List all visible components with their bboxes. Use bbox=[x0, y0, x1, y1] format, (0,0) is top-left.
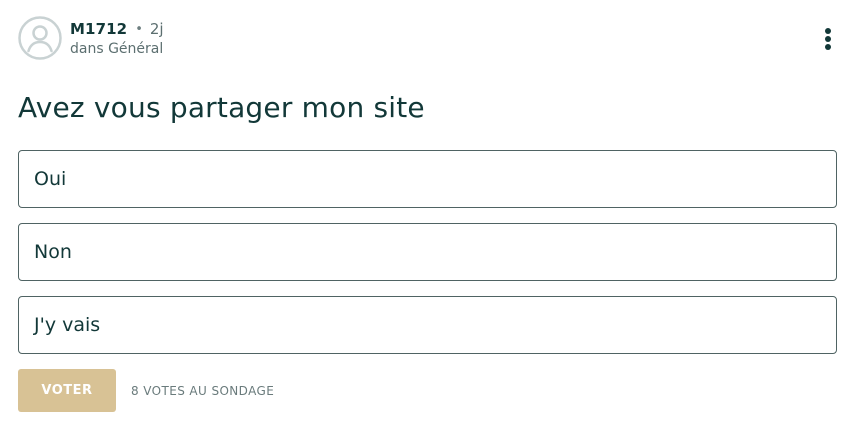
user-avatar-icon bbox=[18, 16, 62, 60]
poll-options: Oui Non J'y vais bbox=[18, 150, 837, 369]
vote-button[interactable]: VOTER bbox=[18, 369, 116, 412]
avatar[interactable] bbox=[18, 16, 62, 60]
poll-footer: VOTER 8 VOTES AU SONDAGE bbox=[18, 369, 274, 412]
author-name[interactable]: M1712 bbox=[70, 20, 127, 38]
votes-count: 8 VOTES AU SONDAGE bbox=[131, 383, 275, 398]
poll-post: M1712 • 2j dans Général Avez vous partag… bbox=[0, 0, 857, 424]
post-time[interactable]: 2j bbox=[150, 20, 164, 38]
post-header: M1712 • 2j dans Général bbox=[18, 16, 839, 62]
poll-option[interactable]: Oui bbox=[18, 150, 837, 208]
poll-option-label: Oui bbox=[34, 168, 67, 190]
poll-option-label: J'y vais bbox=[34, 314, 101, 336]
poll-option[interactable]: Non bbox=[18, 223, 837, 281]
poll-option[interactable]: J'y vais bbox=[18, 296, 837, 354]
post-meta: M1712 • 2j dans Général bbox=[70, 18, 470, 58]
poll-option-label: Non bbox=[34, 241, 72, 263]
author-line: M1712 • 2j bbox=[70, 18, 470, 40]
post-category[interactable]: dans Général bbox=[70, 40, 470, 58]
more-options-button[interactable] bbox=[823, 26, 833, 52]
poll-question: Avez vous partager mon site bbox=[18, 91, 425, 124]
meta-separator: • bbox=[135, 21, 143, 37]
